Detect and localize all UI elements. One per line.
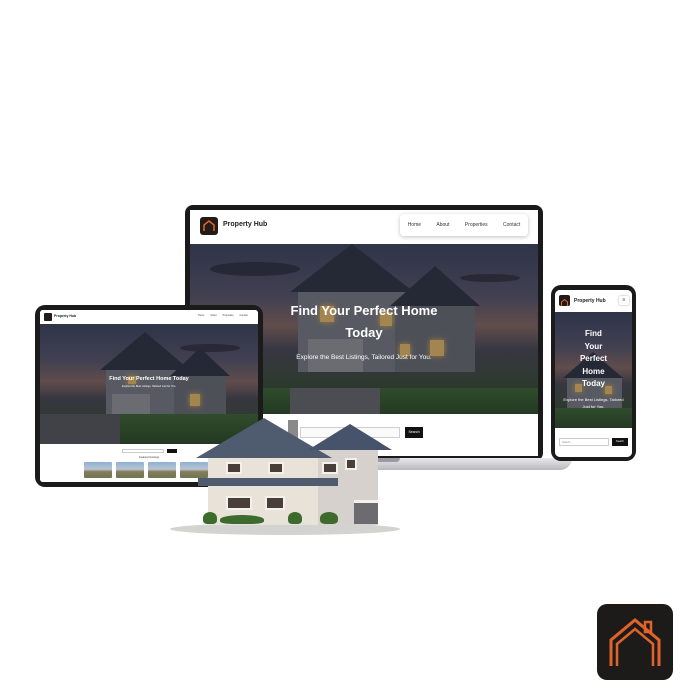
house-logo-icon[interactable] [44,313,52,321]
listing-card[interactable] [180,462,208,478]
main-nav: Home About Properties Contact [198,314,248,317]
nav-home[interactable]: Home [198,314,204,317]
house-window [345,458,357,470]
house-window [268,462,284,474]
site-header: Property Hub Home About Properties Conta… [40,310,258,324]
nav-contact[interactable]: Contact [240,314,248,317]
house-window [226,462,242,474]
search-button[interactable] [167,449,177,453]
search-button[interactable]: Search [612,438,628,446]
bush [203,512,217,524]
hero-subtitle: Explore the Best Listings, Tailored Just… [563,397,624,409]
nav-properties[interactable]: Properties [465,222,488,228]
search-button[interactable]: Search [405,427,423,438]
search-input[interactable] [122,449,164,453]
featured-listings [84,462,208,478]
hero-title: Find Your Perfect Home Today [579,329,608,388]
hero-subtitle: Explore the Best Listings, Tailored Just… [121,385,177,388]
house-window [322,462,338,474]
nav-home[interactable]: Home [408,222,421,228]
brand-name[interactable]: Property Hub [223,221,267,228]
nav-properties[interactable]: Properties [223,314,234,317]
brand-name[interactable]: Property Hub [54,314,76,318]
house-logo-icon[interactable] [559,295,570,306]
listing-card[interactable] [148,462,176,478]
listing-card[interactable] [84,462,112,478]
bush [220,515,264,524]
site-header: Property Hub Home About Properties Conta… [190,210,538,244]
nav-about[interactable]: About [436,222,449,228]
house-garage [354,500,378,524]
nav-about[interactable]: About [210,314,216,317]
site-header: Property Hub ≡ [555,290,632,312]
hamburger-menu-icon[interactable]: ≡ [619,296,629,305]
property-hub-logo-icon [597,604,673,680]
hero-title: Find Your Perfect Home Today [109,376,189,382]
bush [288,512,302,524]
phone-screen: Property Hub ≡ Find Your Perfect Home To… [555,290,632,457]
house-roof-side [308,424,392,450]
listing-card[interactable] [116,462,144,478]
search-input[interactable]: Search... [559,438,609,446]
house-main-wing [208,455,318,525]
main-nav: Home About Properties Contact [400,214,528,236]
house-logo-icon[interactable] [200,217,218,235]
hero-banner: Find Your Perfect Home Today Explore the… [555,312,632,428]
house-window [226,496,252,510]
house-porch-roof [198,478,338,486]
search-bar: Search... Search [555,428,632,457]
nav-contact[interactable]: Contact [503,222,520,228]
brand-name[interactable]: Property Hub [574,298,606,304]
house-window [265,496,285,510]
bush [320,512,338,524]
